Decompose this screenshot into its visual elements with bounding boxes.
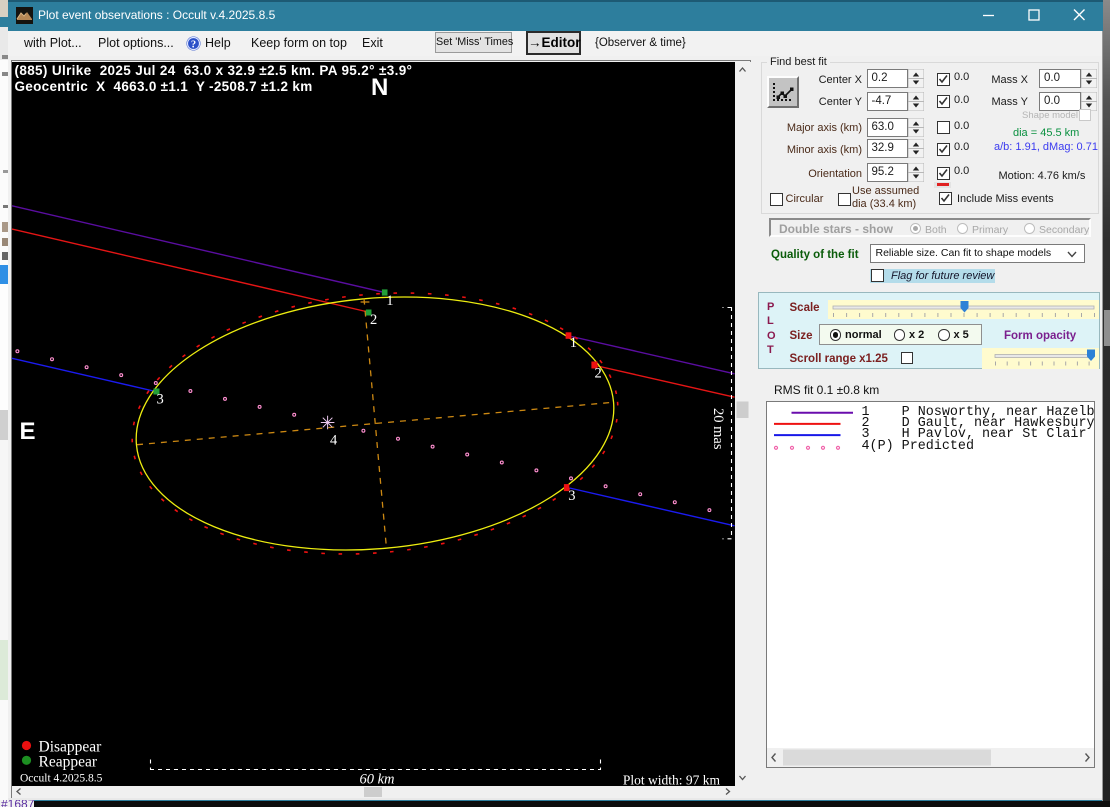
svg-text:?: ? xyxy=(191,40,196,51)
svg-text:Occult 4.2025.8.5: Occult 4.2025.8.5 xyxy=(20,773,103,785)
svg-text:(885) Ulrike 2025 Jul 24 63.: (885) Ulrike 2025 Jul 24 63.0 x 32.9 ±2.… xyxy=(15,63,413,78)
svg-text:3: 3 xyxy=(157,391,164,407)
svg-text:60 km: 60 km xyxy=(359,772,394,787)
svg-text:1: 1 xyxy=(386,293,393,309)
svg-text:N: N xyxy=(371,74,388,101)
svg-text:Geocentric X 4663.0 ±1.1 Y: Geocentric X 4663.0 ±1.1 Y -2508.7 ±1.2 … xyxy=(15,79,313,94)
svg-text:2: 2 xyxy=(370,312,377,328)
svg-text:4: 4 xyxy=(330,433,338,449)
svg-text:1: 1 xyxy=(570,335,577,351)
svg-text:E: E xyxy=(20,418,36,445)
svg-text:Reappear: Reappear xyxy=(39,753,98,770)
svg-text:2: 2 xyxy=(595,365,602,381)
svg-text:3: 3 xyxy=(568,488,575,504)
svg-text:Plot width: 97 km: Plot width: 97 km xyxy=(623,773,721,787)
svg-text:20 mas: 20 mas xyxy=(710,408,726,450)
